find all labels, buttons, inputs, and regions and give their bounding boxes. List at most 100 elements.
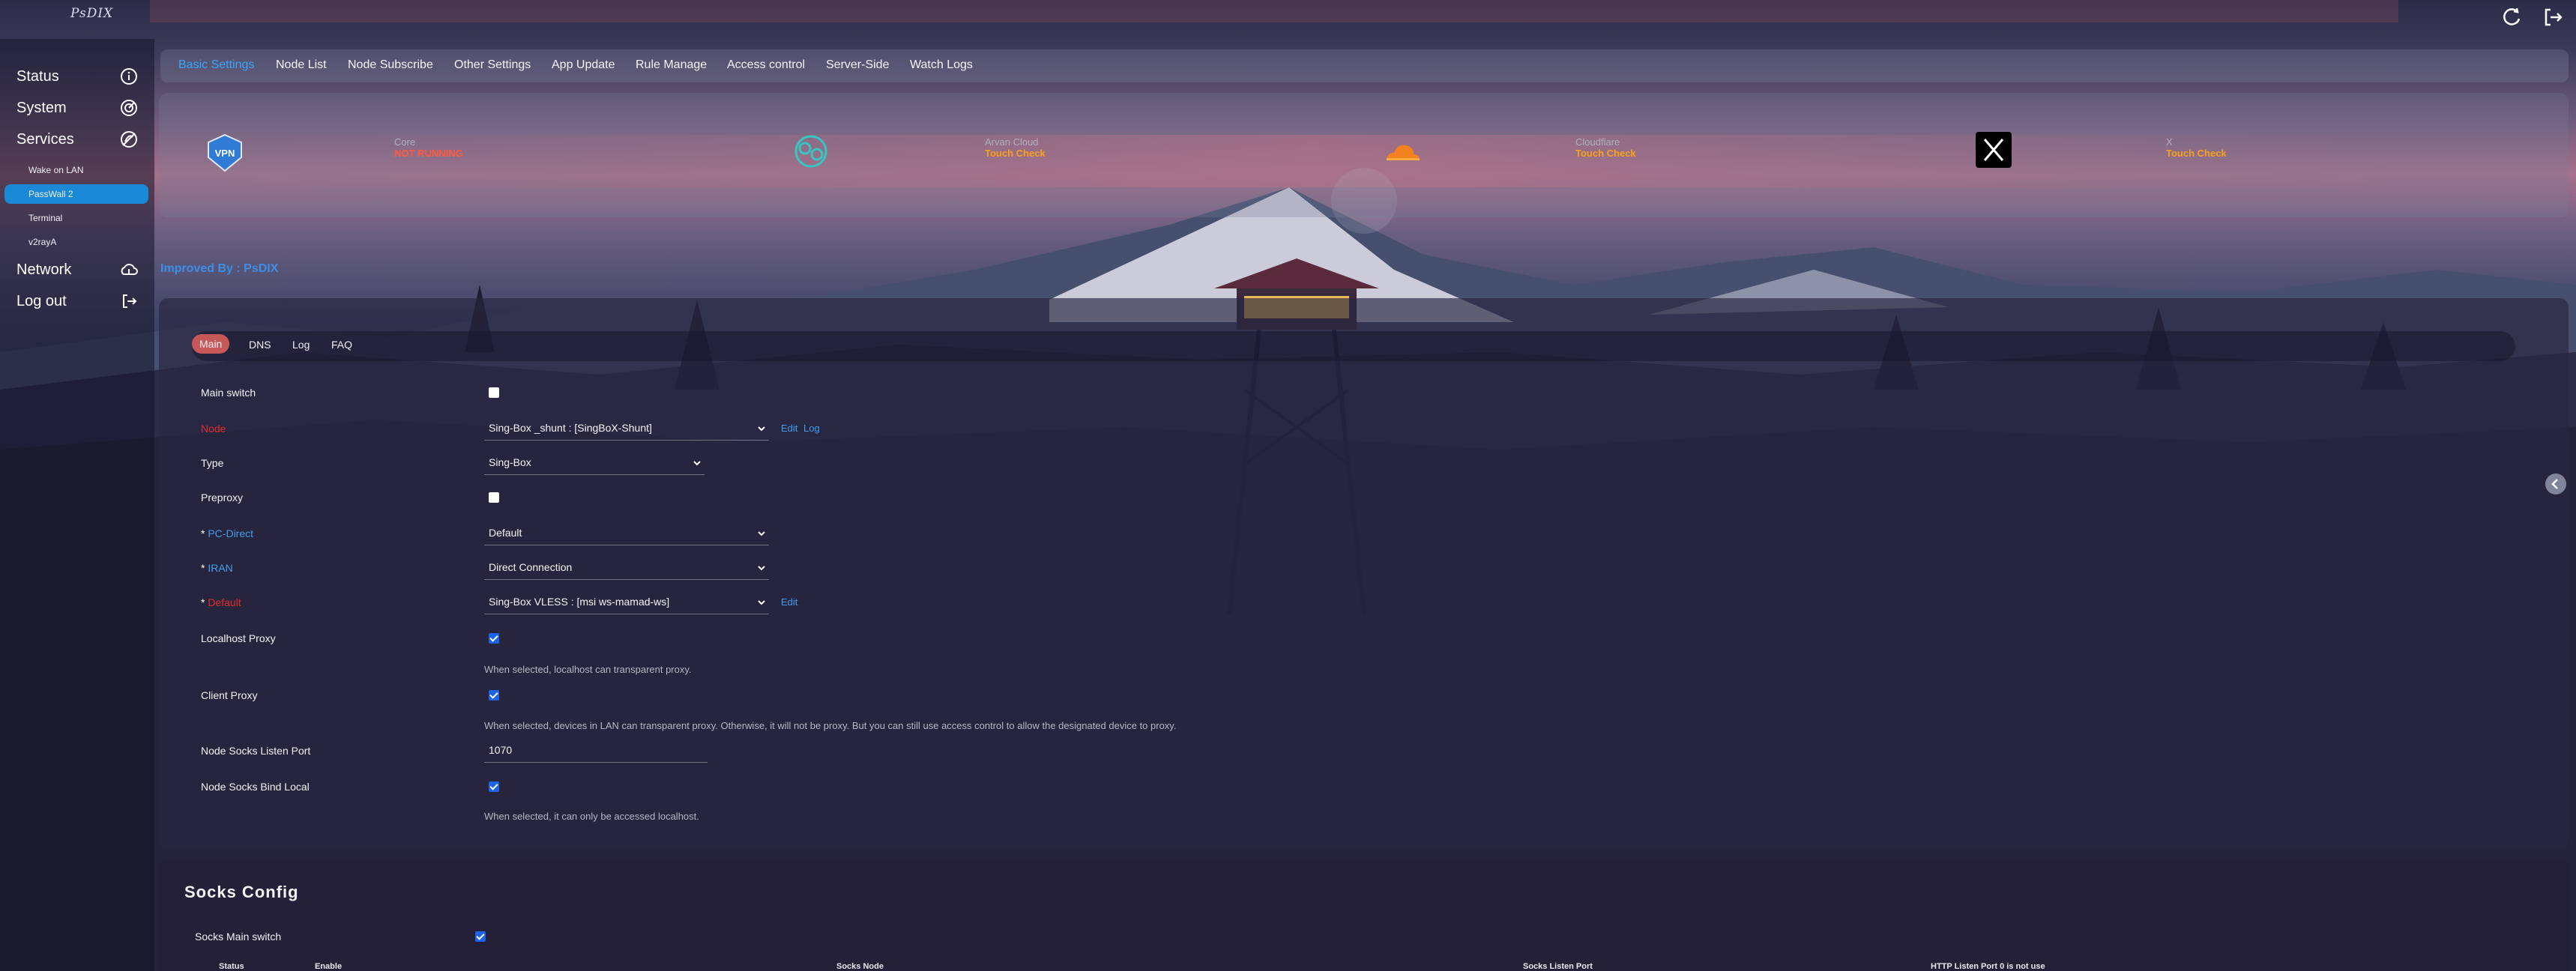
sidebar-item-logout[interactable]: Log out bbox=[0, 286, 154, 316]
top-bar: PsDIX bbox=[0, 0, 2576, 39]
tab-other-settings[interactable]: Other Settings bbox=[454, 58, 531, 72]
arvan-cloud-icon bbox=[790, 132, 832, 174]
logout-top-icon[interactable] bbox=[2542, 6, 2564, 28]
x-status-value[interactable]: Touch Check bbox=[2166, 148, 2227, 159]
socks-port-label: Node Socks Listen Port bbox=[201, 745, 311, 757]
sidebar-sub-v2raya[interactable]: v2rayA bbox=[4, 232, 148, 252]
main-switch-row: Main switch bbox=[201, 378, 2449, 408]
socks-port-input[interactable]: 1070 bbox=[484, 738, 708, 763]
tab-rule-manage[interactable]: Rule Manage bbox=[636, 58, 707, 72]
chevron-down-icon bbox=[757, 528, 766, 537]
sidebar-sub-passwall2[interactable]: PassWall 2 bbox=[4, 184, 148, 204]
network-icon bbox=[120, 261, 138, 279]
vpn-icon: VPN bbox=[204, 132, 246, 174]
tab-basic-settings[interactable]: Basic Settings bbox=[178, 58, 254, 72]
socks-main-switch-checkbox[interactable] bbox=[475, 931, 486, 942]
sidebar-item-label: Network bbox=[16, 261, 72, 278]
services-icon bbox=[120, 130, 138, 148]
refresh-icon[interactable] bbox=[2501, 6, 2524, 28]
pc-direct-row: * PC-Direct Default bbox=[201, 518, 2449, 548]
node-row: Node Sing-Box _shunt : [SingBoX-Shunt] E… bbox=[201, 414, 2449, 444]
sidebar-sub-label: Terminal bbox=[28, 213, 63, 223]
type-row: Type Sing-Box bbox=[201, 448, 2449, 478]
sidebar-item-status[interactable]: Status bbox=[0, 61, 154, 91]
socks-col-listen-port: Socks Listen Port bbox=[1523, 962, 1593, 971]
sidebar-item-services[interactable]: Services bbox=[0, 124, 154, 154]
logout-icon bbox=[120, 292, 138, 310]
pc-direct-label: * PC-Direct bbox=[201, 527, 254, 539]
tab-access-control[interactable]: Access control bbox=[727, 58, 805, 72]
client-proxy-checkbox[interactable] bbox=[489, 690, 499, 701]
sidebar-sub-terminal[interactable]: Terminal bbox=[4, 208, 148, 228]
sidebar-item-label: System bbox=[16, 100, 67, 116]
iran-select[interactable]: Direct Connection bbox=[484, 555, 769, 580]
main-tab-bar: Basic Settings Node List Node Subscribe … bbox=[160, 49, 2569, 82]
node-select[interactable]: Sing-Box _shunt : [SingBoX-Shunt] bbox=[484, 416, 769, 441]
status-panel: VPN Core NOT RUNNING Arvan Cloud Touch C… bbox=[159, 93, 2569, 217]
info-icon bbox=[120, 67, 138, 85]
socks-port-row: Node Socks Listen Port 1070 bbox=[201, 736, 2449, 766]
default-row: * Default Sing-Box VLESS : [msi ws-mamad… bbox=[201, 587, 2449, 617]
tab-watch-logs[interactable]: Watch Logs bbox=[910, 58, 973, 72]
bind-local-checkbox[interactable] bbox=[489, 781, 499, 792]
improved-by-credit: Improved By : PsDIX bbox=[160, 262, 279, 275]
socks-config-title: Socks Config bbox=[184, 883, 299, 901]
socks-config-card: Socks Config Socks Main switch Status En… bbox=[159, 860, 2569, 971]
x-logo-icon bbox=[1976, 132, 2018, 174]
default-select[interactable]: Sing-Box VLESS : [msi ws-mamad-ws] bbox=[484, 590, 769, 614]
core-status-value: NOT RUNNING bbox=[394, 148, 463, 159]
cloudflare-icon bbox=[1381, 132, 1423, 174]
brand-logo[interactable]: PsDIX bbox=[70, 6, 113, 21]
svg-text:VPN: VPN bbox=[215, 148, 235, 159]
tab-node-list[interactable]: Node List bbox=[276, 58, 327, 72]
main-switch-label: Main switch bbox=[201, 387, 256, 399]
sidebar-item-label: Status bbox=[16, 68, 59, 85]
client-proxy-help: When selected, devices in LAN can transp… bbox=[484, 720, 1177, 731]
socks-port-value: 1070 bbox=[489, 744, 513, 756]
subtab-faq[interactable]: FAQ bbox=[331, 339, 352, 351]
socks-col-status: Status bbox=[219, 962, 244, 971]
client-proxy-label: Client Proxy bbox=[201, 689, 258, 701]
sidebar-sub-label: PassWall 2 bbox=[28, 189, 73, 199]
collapse-panel-button[interactable] bbox=[2545, 474, 2566, 494]
arvan-status-name: Arvan Cloud bbox=[985, 136, 1039, 148]
localhost-proxy-row: Localhost Proxy bbox=[201, 623, 2449, 653]
preproxy-label: Preproxy bbox=[201, 491, 244, 503]
default-select-value: Sing-Box VLESS : [msi ws-mamad-ws] bbox=[489, 596, 670, 608]
arvan-status-value[interactable]: Touch Check bbox=[985, 148, 1046, 159]
tab-server-side[interactable]: Server-Side bbox=[826, 58, 889, 72]
subtab-main[interactable]: Main bbox=[192, 334, 230, 354]
default-edit-link[interactable]: Edit bbox=[781, 596, 797, 608]
socks-main-switch-label: Socks Main switch bbox=[195, 931, 282, 943]
cloudflare-status-value[interactable]: Touch Check bbox=[1575, 148, 1636, 159]
subtab-log[interactable]: Log bbox=[292, 339, 310, 351]
sidebar-sub-wake-on-lan[interactable]: Wake on LAN bbox=[4, 160, 148, 180]
preproxy-row: Preproxy bbox=[201, 483, 2449, 512]
iran-select-value: Direct Connection bbox=[489, 561, 573, 573]
sidebar-item-system[interactable]: System bbox=[0, 93, 154, 123]
type-label: Type bbox=[201, 457, 224, 469]
type-select[interactable]: Sing-Box bbox=[484, 450, 705, 475]
tab-app-update[interactable]: App Update bbox=[552, 58, 615, 72]
sidebar-item-network[interactable]: Network bbox=[0, 255, 154, 285]
type-select-value: Sing-Box bbox=[489, 456, 531, 468]
main-switch-checkbox[interactable] bbox=[489, 387, 499, 398]
sidebar-sub-label: Wake on LAN bbox=[28, 165, 84, 175]
sidebar-sub-label: v2rayA bbox=[28, 237, 57, 247]
system-icon bbox=[120, 99, 138, 117]
node-label: Node bbox=[201, 423, 226, 435]
client-proxy-row: Client Proxy bbox=[201, 680, 2449, 710]
subtab-dns[interactable]: DNS bbox=[249, 339, 271, 351]
chevron-down-icon bbox=[693, 458, 702, 467]
node-log-link[interactable]: Log bbox=[803, 423, 820, 434]
preproxy-checkbox[interactable] bbox=[489, 492, 499, 503]
node-edit-link[interactable]: Edit bbox=[781, 423, 797, 434]
socks-col-http-port: HTTP Listen Port 0 is not use bbox=[1931, 962, 2045, 971]
socks-col-node: Socks Node bbox=[836, 962, 884, 971]
pc-direct-select[interactable]: Default bbox=[484, 521, 769, 545]
tab-node-subscribe[interactable]: Node Subscribe bbox=[348, 58, 433, 72]
sidebar-item-label: Log out bbox=[16, 293, 67, 309]
default-label: * Default bbox=[201, 596, 241, 608]
localhost-proxy-checkbox[interactable] bbox=[489, 633, 499, 644]
cloudflare-status-name: Cloudflare bbox=[1575, 136, 1620, 148]
